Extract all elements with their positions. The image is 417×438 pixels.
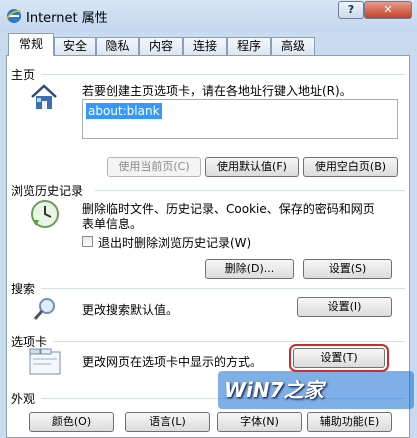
help-button[interactable]: ?: [338, 1, 364, 19]
history-clock-icon: [31, 200, 59, 228]
delete-history-button[interactable]: 删除(D)...: [205, 259, 294, 279]
home-icon: [31, 84, 57, 109]
history-settings-button[interactable]: 设置(S): [303, 259, 392, 279]
general-tab-panel: 主页 若要创建主页选项卡，请在各地址行键入地址(R)。 about:blank …: [6, 55, 410, 438]
tabs-description: 更改网页在选项卡中显示的方式。: [82, 355, 263, 369]
home-page-address-input[interactable]: about:blank: [82, 99, 398, 139]
history-section-title: 浏览历史记录: [11, 184, 84, 198]
internet-explorer-icon: [6, 9, 22, 23]
close-button[interactable]: ✕: [364, 1, 412, 19]
tab-general[interactable]: 常规: [8, 33, 54, 56]
colors-button[interactable]: 颜色(O): [29, 412, 114, 432]
use-current-button[interactable]: 使用当前页(C): [107, 157, 201, 177]
use-blank-button[interactable]: 使用空白页(B): [303, 157, 398, 177]
tabbed-window-icon: [29, 348, 61, 375]
search-section-title: 搜索: [11, 282, 36, 296]
appearance-divider: [41, 398, 405, 399]
magnifier-icon: [33, 298, 55, 320]
tabs-divider: [53, 341, 405, 342]
search-divider: [41, 288, 405, 289]
delete-on-exit-checkbox[interactable]: [82, 236, 93, 247]
use-default-button[interactable]: 使用默认值(F): [205, 157, 299, 177]
search-description: 更改搜索默认值。: [82, 303, 179, 317]
appearance-section-title: 外观: [11, 392, 36, 406]
tabs-settings-button[interactable]: 设置(T): [289, 344, 389, 372]
home-page-address-value: about:blank: [86, 103, 162, 119]
home-divider: [41, 74, 405, 75]
tab-connections[interactable]: 连接: [183, 37, 227, 55]
tab-content[interactable]: 内容: [139, 37, 183, 55]
history-divider: [95, 190, 405, 191]
home-section-title: 主页: [11, 68, 36, 82]
tab-privacy[interactable]: 隐私: [96, 37, 139, 55]
languages-button[interactable]: 语言(L): [125, 412, 210, 432]
history-description-line2: 表单信息。: [82, 217, 143, 231]
accessibility-button[interactable]: 辅助功能(E): [307, 412, 392, 432]
title-bar: Internet 属性 ? ✕: [0, 0, 417, 32]
tab-programs[interactable]: 程序: [227, 37, 271, 55]
tab-advanced[interactable]: 高级: [271, 37, 315, 55]
search-settings-button[interactable]: 设置(I): [297, 297, 392, 317]
window-title: Internet 属性: [26, 11, 108, 26]
home-description: 若要创建主页选项卡，请在各地址行键入地址(R)。: [82, 84, 352, 98]
delete-on-exit-label: 退出时删除浏览历史记录(W): [98, 236, 252, 250]
fonts-button[interactable]: 字体(N): [217, 412, 302, 432]
tab-security[interactable]: 安全: [54, 37, 96, 55]
